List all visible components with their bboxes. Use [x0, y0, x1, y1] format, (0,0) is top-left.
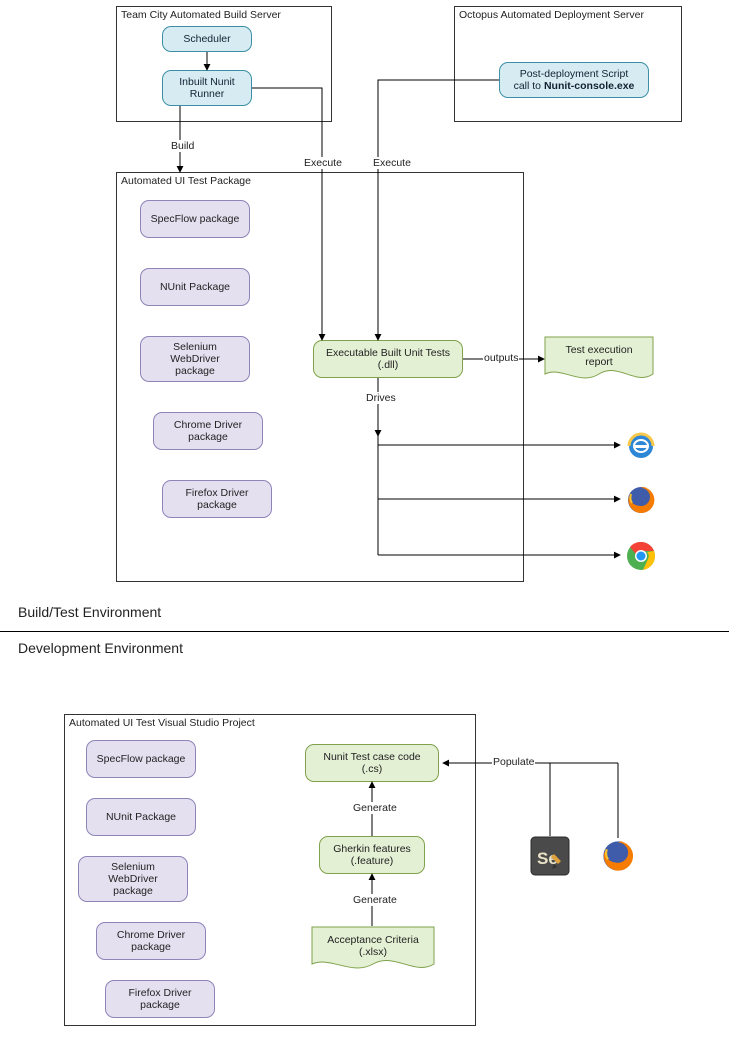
edge-drives: Drives: [365, 392, 397, 404]
firefox-icon: [625, 484, 657, 516]
chrome-icon: [625, 540, 657, 572]
edge-execute-1: Execute: [303, 157, 343, 169]
edge-generate-1: Generate: [352, 802, 398, 814]
edge-generate-2: Generate: [352, 894, 398, 906]
connectors-top: [0, 0, 729, 630]
env-divider: [0, 631, 729, 632]
internet-explorer-icon: [625, 430, 657, 462]
edge-outputs: outputs: [483, 352, 519, 364]
connectors-bottom: [0, 700, 729, 1040]
edge-execute-2: Execute: [372, 157, 412, 169]
label-build-env: Build/Test Environment: [18, 604, 161, 620]
label-dev-env: Development Environment: [18, 640, 183, 656]
edge-build: Build: [170, 140, 195, 152]
diagram-canvas: Team City Automated Build Server Schedul…: [0, 0, 729, 1042]
edge-populate: Populate: [492, 756, 535, 768]
